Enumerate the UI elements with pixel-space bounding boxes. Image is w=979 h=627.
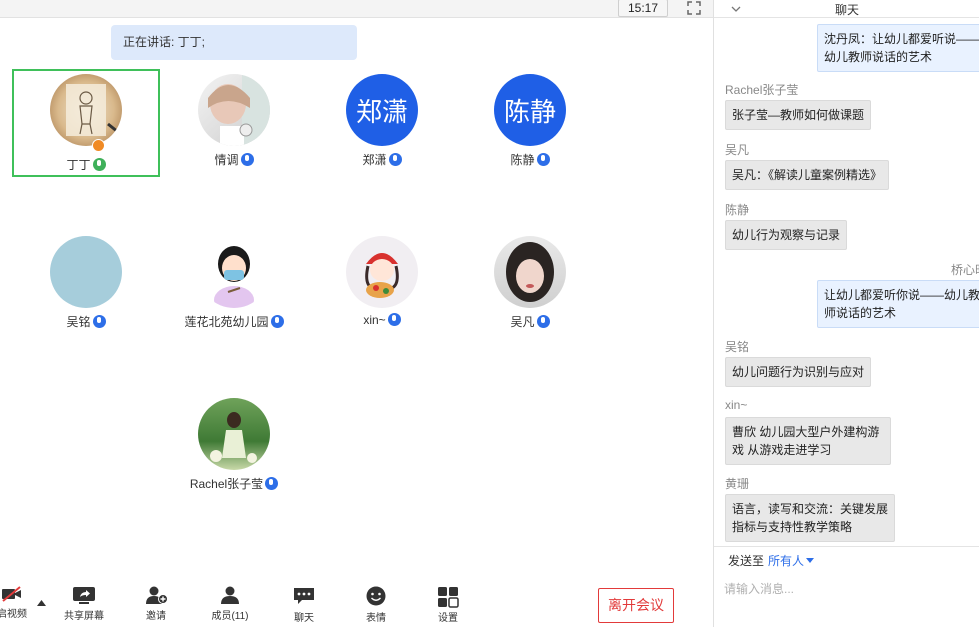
participant-name: 情调 bbox=[160, 151, 308, 168]
mic-icon bbox=[270, 315, 284, 328]
caret-down-icon bbox=[806, 558, 815, 563]
host-badge-icon bbox=[92, 139, 105, 152]
video-off-icon bbox=[2, 586, 21, 602]
avatar bbox=[198, 74, 270, 146]
participant-name: 郑潇 bbox=[308, 151, 456, 168]
send-to-label: 发送至 bbox=[728, 554, 765, 568]
recipient-select[interactable]: 所有人 bbox=[768, 552, 815, 569]
chat-message: 语言，读写和交流：关键发展 指标与支持性教学策略 bbox=[725, 494, 895, 542]
emoji-button[interactable]: 表情 bbox=[348, 582, 404, 627]
mic-icon bbox=[387, 313, 401, 326]
chat-message: 吴凡：《解读儿童案例精选》 bbox=[725, 160, 890, 190]
girl-in-field-icon bbox=[210, 412, 257, 463]
cartoon-girl-icon bbox=[365, 253, 399, 298]
settings-button[interactable]: 设置 bbox=[420, 582, 476, 627]
participant-name: 陈静 bbox=[456, 151, 604, 168]
mic-icon bbox=[92, 315, 106, 328]
avatar bbox=[346, 236, 418, 308]
avatar bbox=[50, 74, 122, 146]
participant-name: 吴凡 bbox=[456, 313, 604, 330]
chat-sender: Rachel张子莹 bbox=[725, 83, 799, 97]
avatar: 陈静 bbox=[494, 74, 566, 146]
chat-sender: 黄珊 bbox=[725, 477, 750, 491]
video-button[interactable]: 启视频 bbox=[0, 582, 40, 627]
chat-title: 聊天 bbox=[834, 3, 859, 17]
participant-name: 莲花北苑幼儿园 bbox=[160, 313, 308, 330]
users-icon bbox=[221, 586, 239, 604]
participant-tile-xin[interactable]: xin~ bbox=[308, 231, 456, 339]
chat-sender: xin~ bbox=[725, 398, 748, 412]
mic-icon bbox=[536, 315, 550, 328]
participant-tile-qingdiao[interactable]: 情调 bbox=[160, 69, 308, 177]
participant-tile-wuming[interactable]: 吴铭 bbox=[12, 231, 160, 339]
chat-message-mine: 让幼儿都爱听你说——幼儿教 师说话的艺术 bbox=[817, 280, 979, 328]
chat-sender: 桥心时 bbox=[951, 263, 979, 277]
leave-meeting-button[interactable]: 离开会议 bbox=[598, 588, 674, 623]
mic-icon bbox=[240, 153, 254, 166]
speaking-indicator: 正在讲话: 丁丁; bbox=[111, 25, 357, 60]
add-user-icon bbox=[146, 586, 168, 604]
participant-tile-wufan[interactable]: 吴凡 bbox=[456, 231, 604, 339]
sketch-figure-icon bbox=[66, 84, 119, 136]
participant-tile-rachel[interactable]: Rachel张子莹 bbox=[160, 393, 308, 501]
chat-bubble-icon bbox=[294, 588, 314, 604]
avatar bbox=[494, 236, 566, 308]
meeting-clock: 15:17 bbox=[618, 0, 668, 17]
chat-button[interactable]: 聊天 bbox=[276, 582, 332, 627]
chat-sender: 吴凡 bbox=[725, 143, 750, 157]
send-area: 发送至 所有人 bbox=[714, 546, 979, 627]
mic-icon bbox=[388, 153, 402, 166]
avatar: 郑潇 bbox=[346, 74, 418, 146]
chat-panel: 聊天 沈丹凤：让幼儿都爱听说—— 幼儿教师说话的艺术 Rachel张子莹 张子莹… bbox=[713, 0, 979, 627]
chat-message: 幼儿行为观察与记录 bbox=[725, 220, 848, 250]
chat-header: 聊天 bbox=[714, 0, 979, 18]
invite-button[interactable]: 邀请 bbox=[128, 582, 184, 627]
participant-tile-lianhua[interactable]: 莲花北苑幼儿园 bbox=[160, 231, 308, 339]
participant-name: 丁丁 bbox=[12, 156, 160, 173]
grid-settings-icon bbox=[438, 587, 459, 608]
chat-message: 曹欣 幼儿园大型户外建构游 戏 从游戏走进学习 bbox=[725, 417, 891, 465]
girl-photo-icon bbox=[506, 242, 554, 302]
cartoon-girl-icon bbox=[214, 246, 254, 308]
girl-photo-icon bbox=[208, 74, 270, 146]
mic-icon bbox=[536, 153, 550, 166]
participant-name: xin~ bbox=[308, 313, 456, 327]
chat-sender: 吴铭 bbox=[725, 340, 750, 354]
participant-tile-chenjing[interactable]: 陈静 陈静 bbox=[456, 69, 604, 177]
avatar bbox=[50, 236, 122, 308]
participant-tile-zhengxiao[interactable]: 郑潇 郑潇 bbox=[308, 69, 456, 177]
top-bar: 15:17 bbox=[0, 0, 713, 18]
share-screen-button[interactable]: 共享屏幕 bbox=[56, 582, 112, 627]
avatar bbox=[198, 236, 270, 308]
participant-name: 吴铭 bbox=[12, 313, 160, 330]
mic-icon bbox=[92, 158, 106, 171]
mic-icon bbox=[265, 477, 279, 490]
chat-message: 幼儿问题行为识别与应对 bbox=[725, 357, 872, 387]
chat-message-mine: 沈丹凤：让幼儿都爱听说—— 幼儿教师说话的艺术 bbox=[817, 24, 979, 72]
chevron-up-icon[interactable] bbox=[37, 600, 46, 606]
members-button[interactable]: 成员(11) bbox=[202, 582, 258, 627]
avatar bbox=[198, 398, 270, 470]
chat-message: 张子莹—教师如何做课题 bbox=[725, 100, 872, 130]
participant-tile-dingding[interactable]: 丁丁 bbox=[12, 69, 160, 177]
fullscreen-icon[interactable] bbox=[686, 0, 702, 16]
share-screen-icon bbox=[73, 587, 95, 604]
meeting-area: 15:17 正在讲话: 丁丁; 丁丁 情调 郑潇 郑潇 陈静 陈静 吴铭 莲花北… bbox=[0, 0, 713, 627]
smiley-icon bbox=[366, 586, 386, 606]
participant-name: Rachel张子莹 bbox=[160, 475, 308, 492]
message-input[interactable] bbox=[724, 577, 970, 601]
chat-sender: 陈静 bbox=[725, 203, 750, 217]
